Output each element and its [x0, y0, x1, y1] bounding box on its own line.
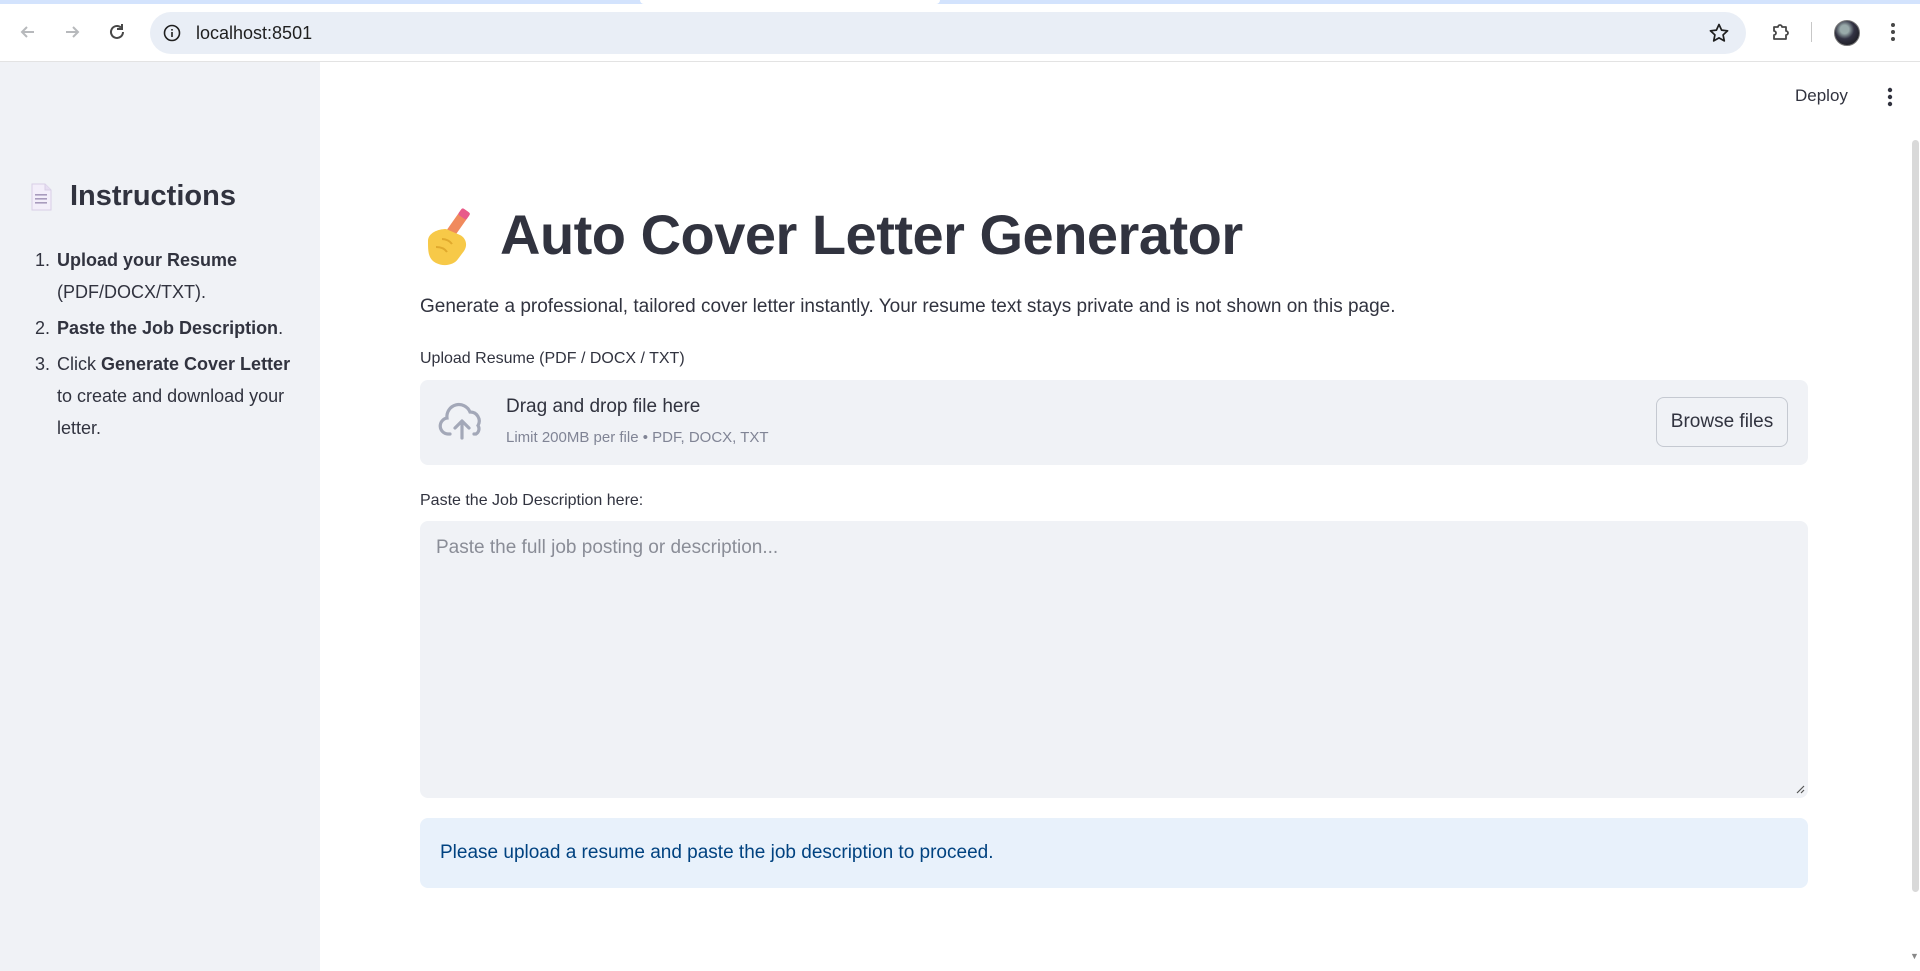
step-bold: Upload your Resume — [57, 250, 238, 270]
forward-button[interactable] — [57, 17, 87, 47]
step-text: to create and download your letter. — [57, 386, 285, 438]
list-item: Click Generate Cover Letter to create an… — [55, 348, 305, 444]
tab-strip — [0, 0, 1920, 4]
upload-label: Upload Resume (PDF / DOCX / TXT) — [420, 350, 685, 367]
document-icon — [31, 183, 52, 210]
sidebar-heading: Instructions — [30, 180, 236, 213]
dropzone-limit: Limit 200MB per file • PDF, DOCX, TXT — [506, 429, 769, 446]
cloud-upload-icon — [438, 402, 481, 440]
extensions-button[interactable] — [1766, 17, 1796, 47]
back-button[interactable] — [13, 17, 43, 47]
reload-button[interactable] — [102, 17, 132, 47]
reload-icon — [110, 24, 124, 39]
puzzle-icon — [1773, 24, 1789, 40]
kebab-icon[interactable] — [1880, 86, 1900, 108]
scrollbar[interactable] — [1912, 140, 1919, 892]
sidebar: Instructions Upload your Resume (PDF/DOC… — [0, 62, 320, 971]
avatar[interactable] — [1834, 20, 1860, 46]
job-description-label: Paste the Job Description here: — [420, 492, 644, 509]
info-alert-text: Please upload a resume and paste the job… — [440, 842, 994, 863]
arrow-right-icon — [66, 26, 80, 38]
step-text: (PDF/DOCX/TXT). — [57, 282, 206, 302]
list-item: Paste the Job Description. — [55, 312, 305, 344]
step-text: . — [278, 318, 284, 338]
sidebar-title: Instructions — [70, 180, 236, 212]
step-bold: Generate Cover Letter — [101, 354, 291, 374]
star-icon[interactable] — [1708, 22, 1730, 44]
scroll-down-arrow-icon[interactable]: ▼ — [1910, 951, 1919, 961]
instructions-list: Upload your Resume (PDF/DOCX/TXT). Paste… — [30, 244, 305, 448]
page-title-row: Auto Cover Letter Generator — [420, 202, 1243, 267]
page-title: Auto Cover Letter Generator — [500, 203, 1243, 266]
active-tab-edge — [640, 0, 940, 4]
dropzone-instruction: Drag and drop file here — [506, 396, 701, 417]
job-description-input[interactable] — [420, 521, 1808, 798]
arrow-left-icon — [20, 26, 34, 38]
chrome-menu-button[interactable] — [1878, 17, 1908, 47]
vertical-dots-icon — [1891, 23, 1895, 41]
list-item: Upload your Resume (PDF/DOCX/TXT). — [55, 244, 305, 308]
page-subtitle: Generate a professional, tailored cover … — [420, 296, 1396, 317]
browse-files-button[interactable]: Browse files — [1656, 397, 1788, 447]
deploy-button[interactable]: Deploy — [1795, 86, 1848, 106]
address-bar[interactable]: localhost:8501 — [150, 12, 1746, 54]
resize-grip-icon[interactable] — [1795, 784, 1805, 794]
step-text: Click — [57, 354, 101, 374]
main-content: Deploy ▼ Auto Cover Letter Generator Gen… — [320, 62, 1920, 971]
step-bold: Paste the Job Description — [57, 318, 279, 338]
writing-hand-icon — [428, 208, 470, 265]
toolbar-divider — [1811, 22, 1812, 42]
browser-toolbar: localhost:8501 — [0, 0, 1920, 62]
url-text: localhost:8501 — [196, 23, 313, 43]
info-icon[interactable] — [163, 24, 181, 42]
info-alert: Please upload a resume and paste the job… — [420, 818, 1808, 888]
file-dropzone[interactable]: Drag and drop file here Limit 200MB per … — [420, 380, 1808, 465]
